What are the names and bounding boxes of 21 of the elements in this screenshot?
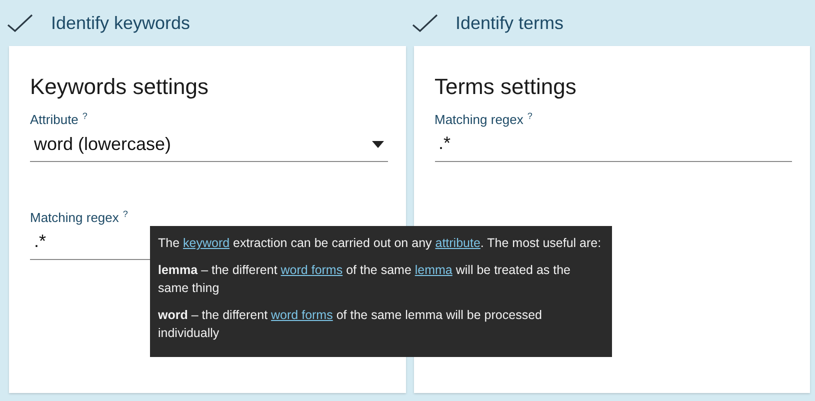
help-mark[interactable]: ? — [82, 112, 88, 127]
field-label: Matching regex — [30, 210, 119, 225]
link[interactable]: attribute — [435, 236, 480, 250]
section-title: Identify terms — [456, 12, 564, 34]
card-title: Terms settings — [434, 74, 578, 100]
link[interactable]: lemma — [414, 263, 452, 277]
link[interactable]: word forms — [280, 263, 343, 277]
field-label: Attribute — [30, 112, 78, 127]
input-field[interactable]: .* — [434, 127, 792, 162]
help-mark[interactable]: ? — [527, 112, 532, 127]
caret-icon — [372, 140, 384, 148]
section-title: Identify keywords — [51, 12, 190, 34]
link[interactable]: keyword — [183, 236, 230, 250]
card-title: Keywords settings — [30, 74, 210, 100]
tooltip-paragraph: The keyword extraction can be carried out on any attribute. The most useful are: — [158, 235, 602, 252]
tooltip-paragraph: lemma – the different word forms of the same lemma will be treated as the same thing — [158, 262, 572, 297]
help-mark[interactable]: ? — [122, 210, 128, 225]
field-label: Matching regex — [434, 112, 524, 127]
tooltip-paragraph: word – the different word forms of the same lemma will be processed individually — [158, 307, 543, 342]
attribute-dropdown[interactable]: word (lowercase) — [30, 127, 388, 162]
link[interactable]: word forms — [271, 308, 333, 322]
